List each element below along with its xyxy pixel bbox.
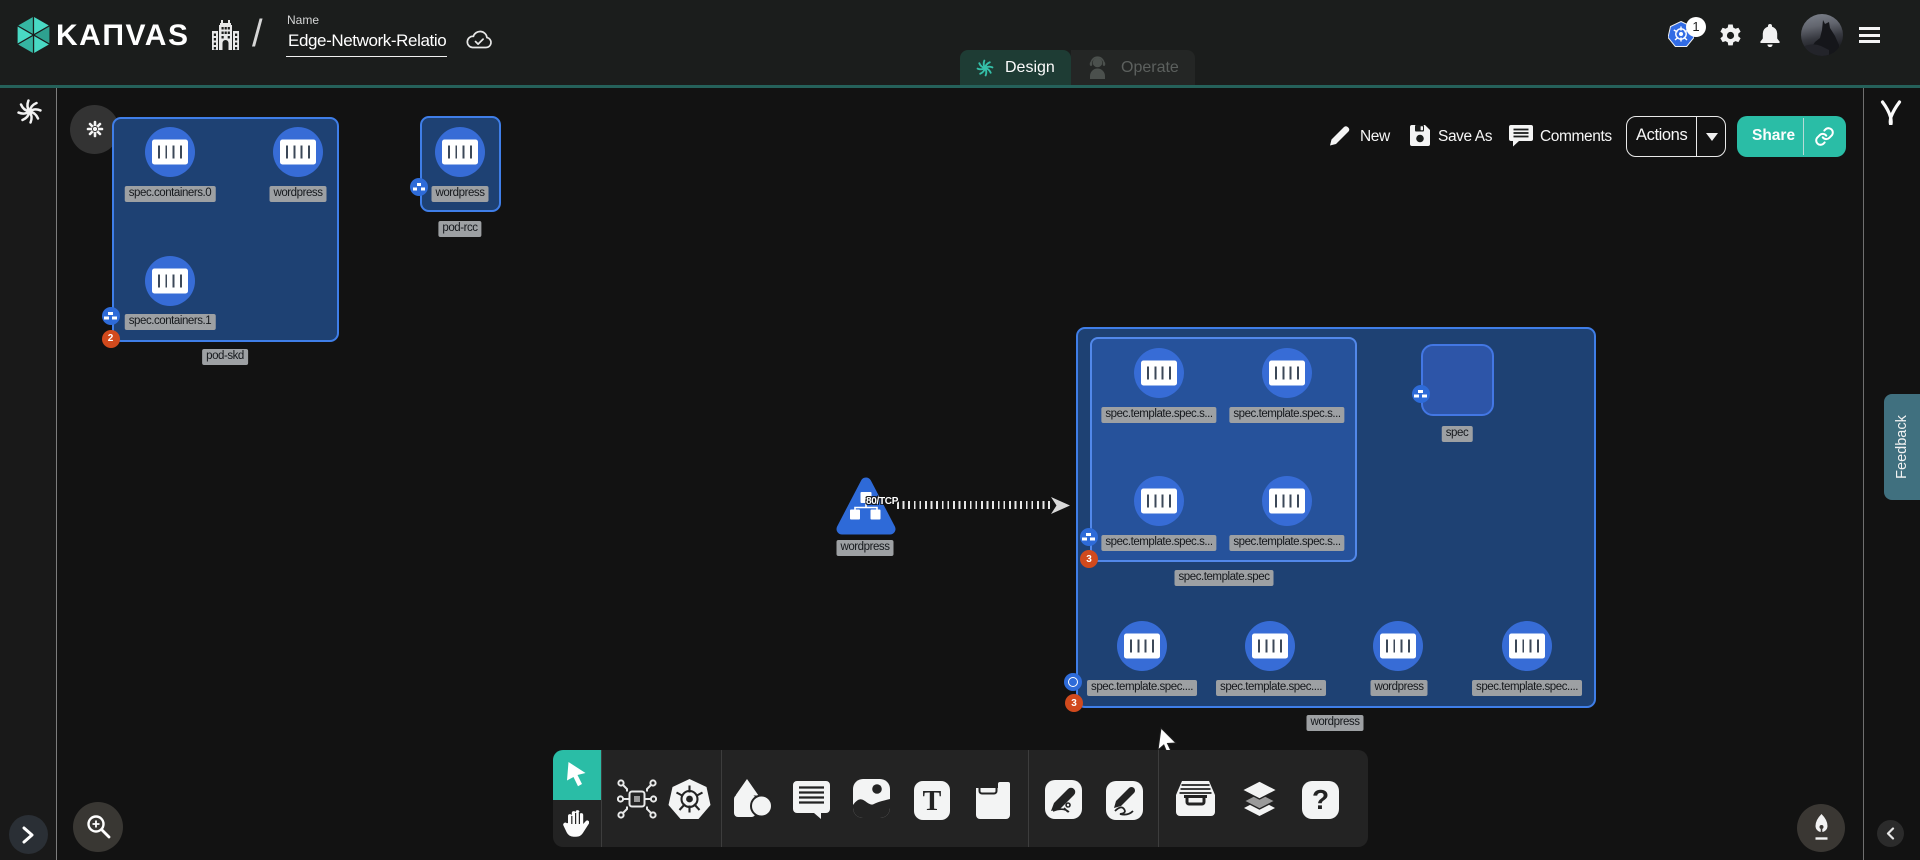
svg-text:?: ? [1312, 784, 1329, 815]
svg-text:T: T [923, 786, 942, 817]
